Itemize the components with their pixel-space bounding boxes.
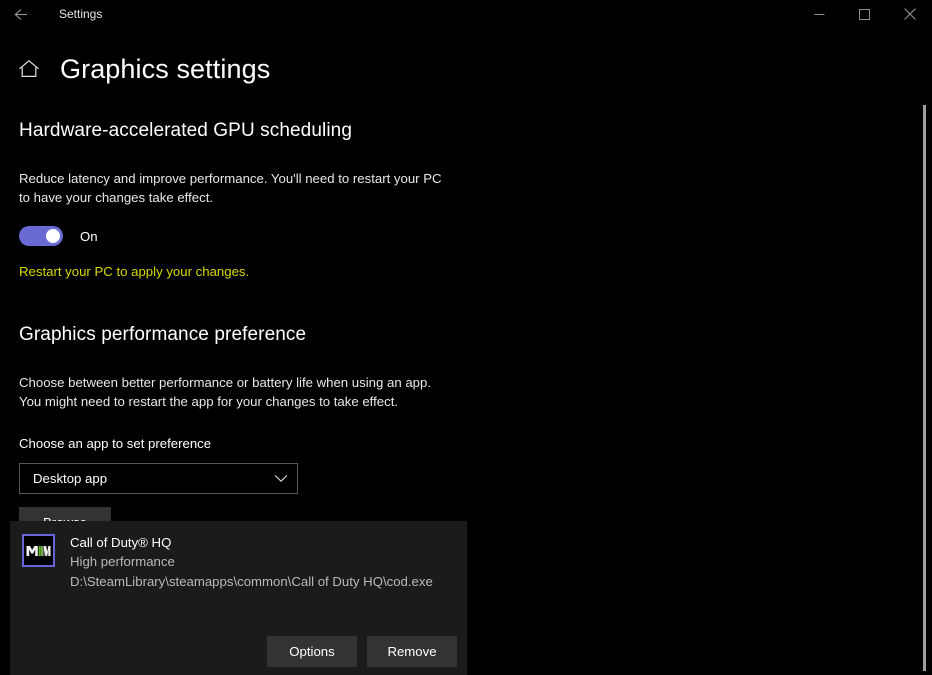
choose-app-label: Choose an app to set preference [19,436,212,451]
window-controls [797,0,932,28]
options-button[interactable]: Options [267,636,357,667]
chevron-down-icon [274,474,288,483]
app-entry-preference: High performance [70,554,175,569]
modern-warfare-logo-icon [26,545,51,556]
restart-warning-text: Restart your PC to apply your changes. [19,264,250,279]
app-entry-actions: Options Remove [267,636,457,667]
remove-button[interactable]: Remove [367,636,457,667]
page-header: Graphics settings [0,48,470,90]
app-type-dropdown-value: Desktop app [33,471,108,486]
titlebar-title: Settings [59,7,103,21]
app-icon [22,534,55,567]
minimize-icon [814,13,825,15]
back-button[interactable] [6,0,34,28]
minimize-button[interactable] [797,0,842,28]
app-entry-card[interactable]: Call of Duty® HQ High performance D:\Ste… [10,521,467,675]
performance-preference-description: Choose between better performance or bat… [19,375,431,409]
app-entry-info: Call of Duty® HQ High performance D:\Ste… [70,534,450,592]
page-scrollbar-thumb[interactable] [923,105,926,671]
gpu-scheduling-toggle-label: On [80,228,98,244]
close-icon [903,8,916,20]
window-titlebar: Settings [0,0,932,28]
section-performance-preference: Graphics performance preference Choose b… [0,322,480,538]
settings-content: Hardware-accelerated GPU scheduling Redu… [0,108,480,538]
gpu-scheduling-toggle-row: On [19,226,480,246]
gpu-scheduling-heading: Hardware-accelerated GPU scheduling [19,120,352,141]
app-entry-top: Call of Duty® HQ High performance D:\Ste… [10,521,467,592]
page-title: Graphics settings [60,53,271,84]
gpu-scheduling-toggle[interactable] [19,226,63,246]
maximize-icon [859,8,870,20]
home-button[interactable] [14,54,44,84]
maximize-button[interactable] [842,0,887,28]
performance-preference-heading: Graphics performance preference [19,324,307,345]
home-icon [19,60,39,77]
app-entry-name: Call of Duty® HQ [70,535,172,550]
arrow-left-icon [13,8,27,20]
app-entry-path: D:\SteamLibrary\steamapps\common\Call of… [70,574,433,589]
gpu-scheduling-description: Reduce latency and improve performance. … [19,171,442,205]
app-type-dropdown[interactable]: Desktop app [19,463,298,494]
close-button[interactable] [887,0,932,28]
section-gpu-scheduling: Hardware-accelerated GPU scheduling Redu… [0,118,480,281]
toggle-knob [46,229,60,243]
